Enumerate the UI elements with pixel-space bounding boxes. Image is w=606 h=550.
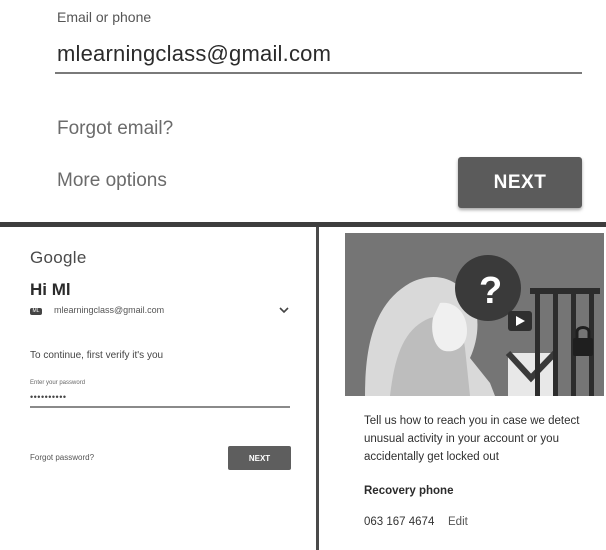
google-logo: Google: [30, 248, 87, 267]
password-input-underline: [30, 406, 290, 408]
more-options-link[interactable]: More options: [57, 170, 167, 192]
forgot-password-link[interactable]: Forgot password?: [30, 453, 94, 462]
account-chip[interactable]: ML mlearningclass@gmail.com: [30, 304, 292, 320]
email-entry-panel: Email or phone mlearningclass@gmail.com …: [0, 0, 606, 222]
horizontal-divider: [0, 222, 606, 227]
account-email: mlearningclass@gmail.com: [54, 305, 165, 315]
password-next-button[interactable]: NEXT: [228, 446, 291, 470]
recovery-phone-number: 063 167 4674: [364, 516, 435, 528]
locked-account-illustration: ?: [345, 233, 604, 396]
greeting-heading: Hi Ml: [30, 280, 71, 299]
email-input-underline: [55, 72, 582, 74]
chevron-down-icon[interactable]: [278, 304, 290, 316]
forgot-email-link[interactable]: Forgot email?: [57, 118, 173, 140]
edit-phone-link[interactable]: Edit: [448, 516, 468, 528]
vertical-divider: [316, 227, 319, 550]
recovery-phone-heading: Recovery phone: [364, 485, 454, 497]
svg-text:?: ?: [479, 270, 502, 312]
email-input[interactable]: mlearningclass@gmail.com: [57, 41, 331, 67]
verify-instruction: To continue, first verify it's you: [30, 350, 164, 361]
password-field-label: Enter your password: [30, 380, 86, 386]
email-field-label: Email or phone: [57, 9, 152, 25]
recovery-message: Tell us how to reach you in case we dete…: [364, 415, 580, 463]
next-button[interactable]: NEXT: [458, 157, 582, 208]
password-input[interactable]: ••••••••••: [30, 392, 67, 402]
avatar: ML: [30, 308, 42, 315]
